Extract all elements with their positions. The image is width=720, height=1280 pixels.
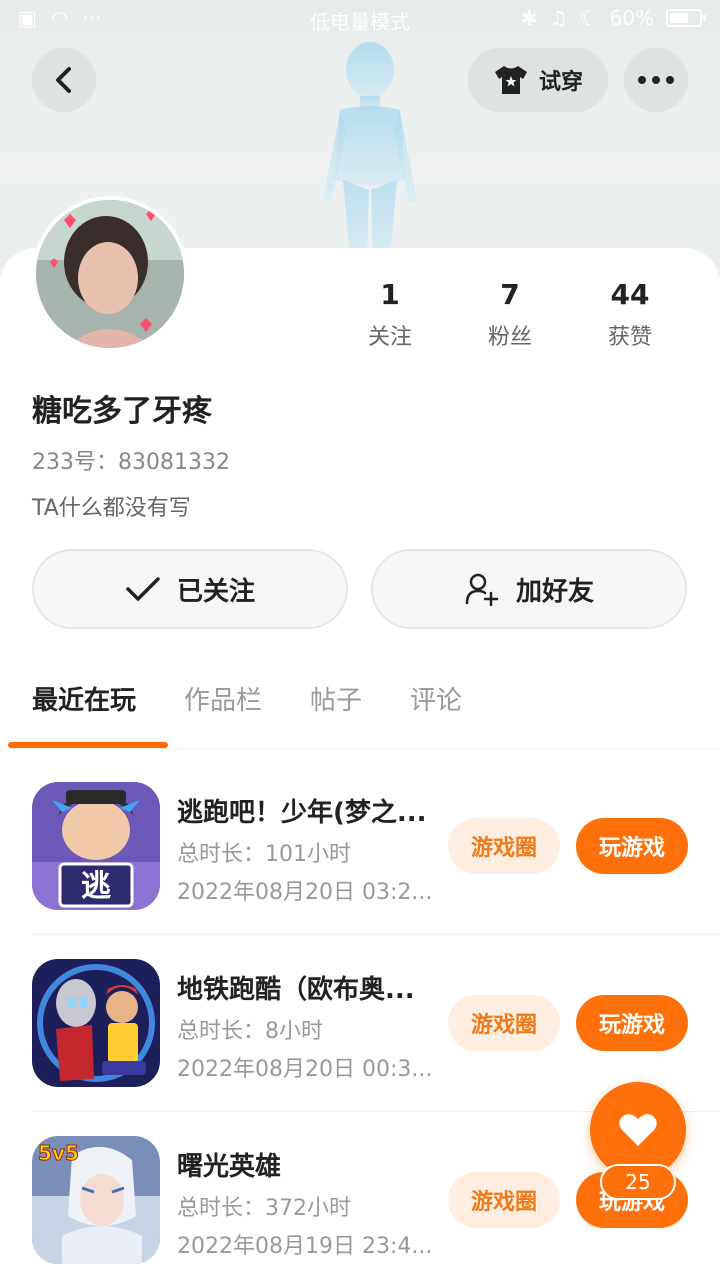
add-friend-button[interactable]: 加好友: [371, 549, 687, 629]
game-icon-text: 逃: [81, 869, 111, 904]
game-icon-image: 5v5: [32, 1136, 160, 1264]
game-circle-button[interactable]: 游戏圈: [448, 818, 560, 874]
like-count-badge: 25: [600, 1164, 676, 1200]
tab-posts[interactable]: 帖子: [310, 680, 362, 717]
followed-label: 已关注: [176, 576, 255, 607]
avatar[interactable]: [32, 196, 188, 352]
game-duration: 总时长：372小时: [177, 1196, 351, 1221]
play-game-button[interactable]: 玩游戏: [576, 818, 688, 874]
game-last-played: 2022年08月19日 23:4...: [177, 1234, 433, 1259]
status-bar: ▣ ◠ ··· 低电量模式 ✱ ♫ ☾ 60%: [0, 0, 720, 36]
game-title: 地铁跑酷（欧布奥...: [177, 975, 415, 1005]
user-bio: TA什么都没有写: [32, 496, 191, 521]
stat-followers[interactable]: 7 粉丝: [450, 278, 570, 351]
profile-stats: 1 关注 7 粉丝 44 获赞: [330, 278, 690, 351]
try-on-button[interactable]: 试穿: [468, 48, 608, 112]
stat-label: 关注: [367, 325, 412, 350]
game-circle-button[interactable]: 游戏圈: [448, 995, 560, 1051]
game-icon-text: 5v5: [38, 1141, 79, 1165]
tab-comments[interactable]: 评论: [410, 680, 462, 717]
stat-label: 粉丝: [487, 325, 532, 350]
profile-tabs: 最近在玩 作品栏 帖子 评论: [32, 680, 462, 717]
game-title: 逃跑吧！少年(梦之...: [177, 798, 427, 828]
game-duration: 总时长：8小时: [177, 1019, 323, 1044]
stat-value: 7: [500, 278, 520, 311]
try-on-label: 试穿: [538, 70, 583, 95]
game-duration: 总时长：101小时: [177, 842, 351, 867]
game-title: 曙光英雄: [177, 1152, 282, 1182]
more-options-button[interactable]: [624, 48, 688, 112]
battery-icon: [666, 9, 706, 27]
game-last-played: 2022年08月20日 03:2...: [177, 880, 433, 905]
back-arrow-icon: [56, 67, 71, 93]
stat-likes[interactable]: 44 获赞: [570, 278, 690, 351]
tab-works[interactable]: 作品栏: [184, 680, 262, 717]
tab-recently-played[interactable]: 最近在玩: [32, 680, 136, 717]
game-icon-image: [32, 959, 160, 1087]
add-user-icon: [465, 573, 499, 607]
game-icon[interactable]: [32, 959, 160, 1087]
check-icon: [126, 577, 160, 601]
stat-label: 获赞: [607, 325, 652, 350]
play-game-button[interactable]: 玩游戏: [576, 995, 688, 1051]
tabs-divider: [0, 748, 720, 749]
back-button[interactable]: [32, 48, 96, 112]
user-id: 233号：83081332: [32, 450, 230, 475]
game-last-played: 2022年08月20日 00:3...: [177, 1057, 433, 1082]
more-dots-icon: [638, 76, 674, 84]
row-divider: [32, 934, 720, 935]
followed-button[interactable]: 已关注: [32, 549, 348, 629]
game-row[interactable]: 逃 逃跑吧！少年(梦之... 总时长：101小时 2022年08月20日 03:…: [32, 782, 720, 958]
low-power-mode-text: 低电量模式: [310, 10, 410, 34]
heart-icon: [619, 1114, 657, 1146]
game-icon[interactable]: 逃: [32, 782, 160, 910]
shirt-icon: [494, 66, 527, 94]
game-circle-button[interactable]: 游戏圈: [448, 1172, 560, 1228]
add-friend-label: 加好友: [515, 576, 594, 607]
avatar-image: [36, 200, 184, 348]
game-icon-image: 逃: [32, 782, 160, 910]
stat-value: 44: [610, 278, 650, 311]
avatar-figure-image: [323, 42, 417, 260]
game-icon[interactable]: 5v5: [32, 1136, 160, 1264]
user-name: 糖吃多了牙疼: [32, 394, 212, 429]
stat-following[interactable]: 1 关注: [330, 278, 450, 351]
stat-value: 1: [380, 278, 400, 311]
